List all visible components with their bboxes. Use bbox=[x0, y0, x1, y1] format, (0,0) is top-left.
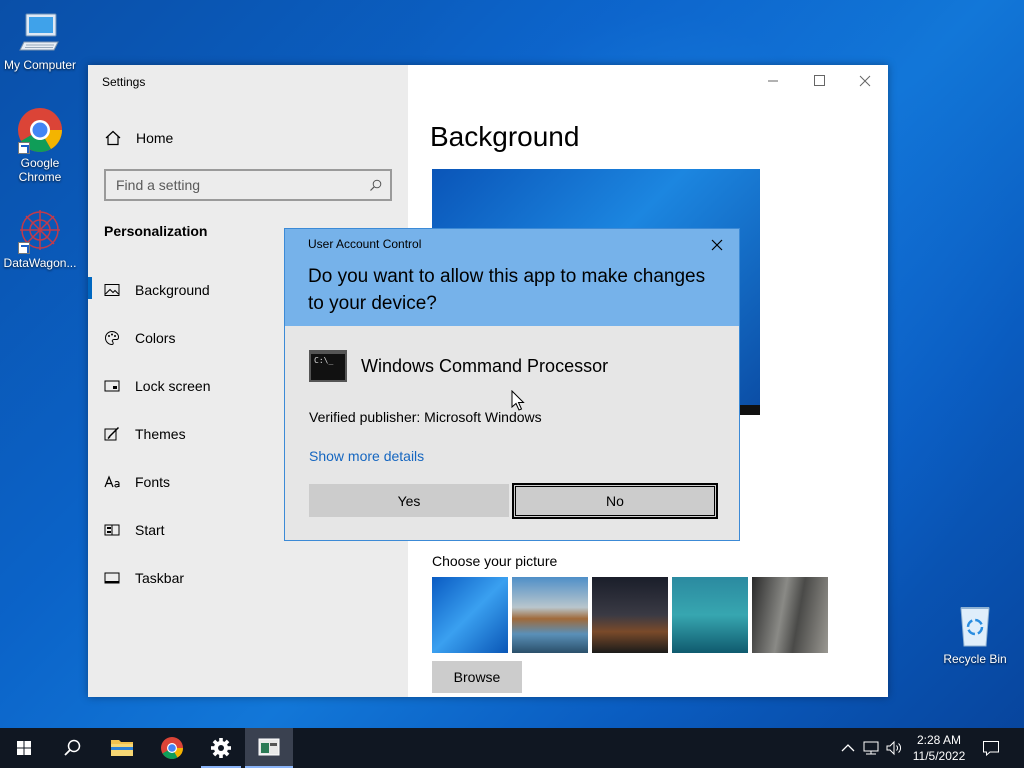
nav-item-fonts[interactable]: Fonts bbox=[104, 467, 304, 497]
notification-icon[interactable] bbox=[981, 738, 1001, 758]
desktop-icon-label: Recycle Bin bbox=[943, 652, 1007, 666]
desktop-icon-my-computer[interactable]: My Computer bbox=[0, 8, 80, 72]
maximize-button[interactable] bbox=[796, 65, 842, 97]
desktop-icon-recycle-bin[interactable]: Recycle Bin bbox=[935, 602, 1015, 666]
browse-button[interactable]: Browse bbox=[432, 661, 522, 693]
taskbar: 2:28 AM 11/5/2022 bbox=[0, 728, 1024, 768]
search-input[interactable]: Find a setting bbox=[104, 169, 392, 201]
taskbar-command-prompt[interactable] bbox=[245, 728, 293, 768]
home-icon bbox=[105, 130, 121, 146]
close-icon[interactable] bbox=[707, 235, 727, 255]
shortcut-arrow-icon bbox=[18, 142, 30, 154]
lock-screen-icon bbox=[104, 380, 120, 392]
nav-item-background[interactable]: Background bbox=[104, 275, 304, 305]
command-prompt-icon: C:\_ bbox=[309, 350, 347, 382]
app-name: Windows Command Processor bbox=[361, 356, 609, 376]
start-button[interactable] bbox=[0, 728, 48, 768]
publisher-info: Verified publisher: Microsoft Windows bbox=[309, 409, 542, 425]
window-app-icon bbox=[258, 738, 280, 756]
search-placeholder: Find a setting bbox=[116, 177, 201, 193]
uac-header: User Account Control Do you want to allo… bbox=[285, 229, 739, 326]
font-icon bbox=[104, 475, 120, 488]
uac-dialog: User Account Control Do you want to allo… bbox=[284, 228, 740, 541]
active-indicator bbox=[88, 277, 92, 299]
windows-logo-icon bbox=[17, 741, 31, 755]
shortcut-arrow-icon bbox=[18, 242, 30, 254]
window-controls bbox=[750, 65, 888, 97]
chrome-icon bbox=[161, 737, 183, 759]
gear-icon bbox=[211, 738, 231, 758]
taskbar-icon bbox=[104, 572, 120, 584]
choose-picture-label: Choose your picture bbox=[432, 553, 558, 569]
brush-icon bbox=[104, 426, 120, 441]
no-button[interactable]: No bbox=[512, 483, 718, 519]
picture-thumb-beach[interactable] bbox=[512, 577, 588, 653]
folder-icon bbox=[111, 740, 133, 756]
window-title: Settings bbox=[102, 75, 146, 89]
taskbar-file-explorer[interactable] bbox=[98, 728, 146, 768]
nav-item-start[interactable]: Start bbox=[104, 515, 304, 545]
recycle-bin-icon bbox=[951, 602, 999, 650]
desktop-icon-google-chrome[interactable]: Google Chrome bbox=[0, 106, 80, 184]
picture-thumb-night-sky[interactable] bbox=[592, 577, 668, 653]
nav-label: Background bbox=[135, 282, 210, 298]
nav-item-taskbar[interactable]: Taskbar bbox=[104, 563, 304, 593]
uac-question: Do you want to allow this app to make ch… bbox=[308, 266, 706, 314]
nav-label: Start bbox=[135, 522, 165, 538]
search-icon bbox=[64, 739, 81, 756]
picture-thumb-windows[interactable] bbox=[432, 577, 508, 653]
nav-label: Colors bbox=[135, 330, 176, 346]
desktop-icon-datawagon[interactable]: DataWagon... bbox=[0, 206, 80, 270]
computer-icon bbox=[16, 8, 64, 56]
network-icon[interactable] bbox=[861, 738, 881, 758]
nav-item-lock-screen[interactable]: Lock screen bbox=[104, 371, 304, 401]
picture-thumb-rock[interactable] bbox=[752, 577, 828, 653]
search-icon bbox=[370, 179, 382, 191]
palette-icon bbox=[105, 330, 120, 346]
close-icon bbox=[859, 75, 871, 87]
mouse-cursor-icon bbox=[511, 390, 525, 411]
clock-date: 11/5/2022 bbox=[912, 749, 966, 763]
picture-icon bbox=[104, 284, 120, 296]
nav-item-themes[interactable]: Themes bbox=[104, 419, 304, 449]
home-nav-item[interactable]: Home bbox=[104, 129, 173, 147]
chevron-up-icon[interactable] bbox=[838, 738, 858, 758]
taskbar-chrome[interactable] bbox=[148, 728, 196, 768]
maximize-icon bbox=[814, 75, 825, 86]
app-icon-text: C:\_ bbox=[314, 356, 334, 365]
clock-time: 2:28 AM bbox=[916, 733, 962, 747]
nav-label: Fonts bbox=[135, 474, 171, 490]
picture-thumb-underwater[interactable] bbox=[672, 577, 748, 653]
section-title: Personalization bbox=[104, 223, 208, 239]
nav-label: Lock screen bbox=[135, 378, 211, 394]
yes-button[interactable]: Yes bbox=[309, 484, 509, 517]
page-title: Background bbox=[430, 121, 580, 152]
uac-title: User Account Control bbox=[308, 237, 422, 251]
taskbar-settings[interactable] bbox=[197, 728, 245, 768]
home-label: Home bbox=[136, 130, 174, 146]
chrome-icon bbox=[16, 106, 64, 154]
nav-label: Taskbar bbox=[135, 570, 185, 586]
desktop-icon-label: Google Chrome bbox=[18, 156, 62, 184]
taskbar-clock[interactable]: 2:28 AM 11/5/2022 bbox=[904, 732, 974, 764]
nav-item-colors[interactable]: Colors bbox=[104, 323, 304, 353]
minimize-button[interactable] bbox=[750, 65, 796, 97]
desktop-icon-label: My Computer bbox=[3, 58, 77, 72]
nav-label: Themes bbox=[135, 426, 186, 442]
datawagon-icon bbox=[16, 206, 64, 254]
show-more-details-link[interactable]: Show more details bbox=[309, 448, 424, 464]
search-button[interactable] bbox=[48, 728, 96, 768]
minimize-icon bbox=[768, 80, 778, 82]
desktop-icon-label: DataWagon... bbox=[3, 256, 77, 270]
close-button[interactable] bbox=[842, 65, 888, 97]
volume-icon[interactable] bbox=[884, 738, 904, 758]
start-icon bbox=[104, 524, 120, 536]
